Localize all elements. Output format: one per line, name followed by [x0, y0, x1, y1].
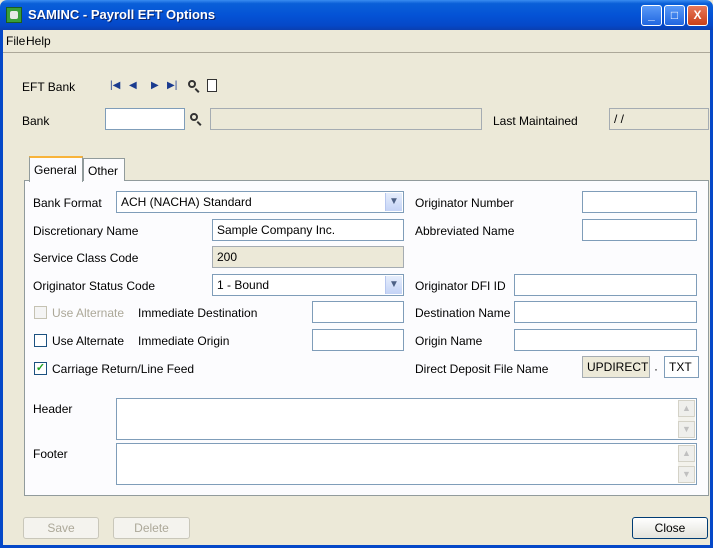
footer-label: Footer — [33, 447, 68, 461]
bank-label: Bank — [22, 114, 50, 128]
immediate-destination-field[interactable] — [312, 301, 404, 323]
close-window-button[interactable]: X — [687, 5, 708, 26]
destination-name-field[interactable] — [514, 301, 697, 323]
save-button[interactable]: Save — [23, 517, 99, 539]
abbreviated-name-label: Abbreviated Name — [415, 224, 515, 238]
originator-number-label: Originator Number — [415, 196, 514, 210]
carriage-return-checkbox[interactable]: ✓ — [34, 362, 47, 375]
originator-status-code-value: 1 - Bound — [217, 278, 270, 292]
title-bar[interactable]: SAMINC - Payroll EFT Options _ □ X — [0, 0, 713, 30]
previous-record-icon[interactable]: ◀ — [129, 80, 137, 92]
bank-format-label: Bank Format — [33, 196, 102, 210]
direct-deposit-file-name-label: Direct Deposit File Name — [415, 362, 549, 376]
abbreviated-name-field[interactable] — [582, 219, 697, 241]
bank-format-select[interactable]: ACH (NACHA) Standard ▼ — [116, 191, 404, 213]
menu-file[interactable]: File — [6, 34, 25, 48]
header-label: Header — [33, 402, 73, 416]
search-icon[interactable] — [188, 80, 200, 93]
direct-deposit-file-ext-field[interactable]: TXT — [664, 356, 699, 378]
immediate-destination-label: Immediate Destination — [138, 306, 258, 320]
bank-lookup-icon[interactable] — [190, 113, 202, 126]
header-textarea[interactable]: ▲ ▼ — [116, 398, 697, 440]
window-border-left — [0, 30, 3, 548]
tab-general[interactable]: General — [29, 156, 83, 182]
immediate-origin-label: Immediate Origin — [138, 334, 230, 348]
originator-number-field[interactable] — [582, 191, 697, 213]
chevron-down-icon[interactable]: ▼ — [385, 193, 402, 211]
scroll-down-icon[interactable]: ▼ — [678, 421, 695, 438]
use-alternate-destination-checkbox — [34, 306, 47, 319]
next-record-icon[interactable]: ▶ — [151, 80, 159, 92]
tab-other[interactable]: Other — [83, 158, 125, 181]
use-alternate-origin-checkbox[interactable] — [34, 334, 47, 347]
discretionary-name-label: Discretionary Name — [33, 224, 139, 238]
header-scrollbar[interactable]: ▲ ▼ — [678, 400, 695, 438]
originator-dfi-id-field[interactable] — [514, 274, 697, 296]
service-class-code-label: Service Class Code — [33, 251, 139, 265]
destination-name-label: Destination Name — [415, 306, 511, 320]
originator-status-code-select[interactable]: 1 - Bound ▼ — [212, 274, 404, 296]
menu-separator — [3, 52, 710, 53]
menu-bar: File Help — [3, 30, 710, 52]
last-maintained-label: Last Maintained — [493, 114, 578, 128]
chevron-down-icon[interactable]: ▼ — [385, 276, 402, 294]
last-record-icon[interactable]: ▶| — [167, 80, 177, 92]
use-alternate-origin-label: Use Alternate — [52, 334, 125, 348]
bank-code-field[interactable] — [105, 108, 185, 130]
bank-description-field — [210, 108, 482, 130]
window-title: SAMINC - Payroll EFT Options — [28, 7, 216, 22]
file-extension-separator: · — [654, 362, 658, 376]
originator-dfi-id-label: Originator DFI ID — [415, 279, 506, 293]
close-button[interactable]: Close — [632, 517, 708, 539]
menu-help[interactable]: Help — [26, 34, 51, 48]
footer-scrollbar[interactable]: ▲ ▼ — [678, 445, 695, 483]
maximize-button[interactable]: □ — [664, 5, 685, 26]
scroll-down-icon[interactable]: ▼ — [678, 466, 695, 483]
service-class-code-field: 200 — [212, 246, 404, 268]
app-icon — [6, 7, 22, 23]
carriage-return-label: Carriage Return/Line Feed — [52, 362, 195, 376]
scroll-up-icon[interactable]: ▲ — [678, 445, 695, 462]
origin-name-field[interactable] — [514, 329, 697, 351]
originator-status-code-label: Originator Status Code — [33, 279, 156, 293]
delete-button[interactable]: Delete — [113, 517, 190, 539]
direct-deposit-file-name-field: UPDIRECT — [582, 356, 650, 378]
footer-textarea[interactable]: ▲ ▼ — [116, 443, 697, 485]
minimize-button[interactable]: _ — [641, 5, 662, 26]
origin-name-label: Origin Name — [415, 334, 483, 348]
first-record-icon[interactable]: |◀ — [110, 80, 120, 92]
immediate-origin-field[interactable] — [312, 329, 404, 351]
scroll-up-icon[interactable]: ▲ — [678, 400, 695, 417]
eft-bank-label: EFT Bank — [22, 80, 76, 94]
last-maintained-field: / / — [609, 108, 709, 130]
use-alternate-destination-label: Use Alternate — [52, 306, 125, 320]
discretionary-name-field[interactable]: Sample Company Inc. — [212, 219, 404, 241]
new-record-icon[interactable] — [207, 79, 217, 92]
bank-format-value: ACH (NACHA) Standard — [121, 195, 252, 209]
